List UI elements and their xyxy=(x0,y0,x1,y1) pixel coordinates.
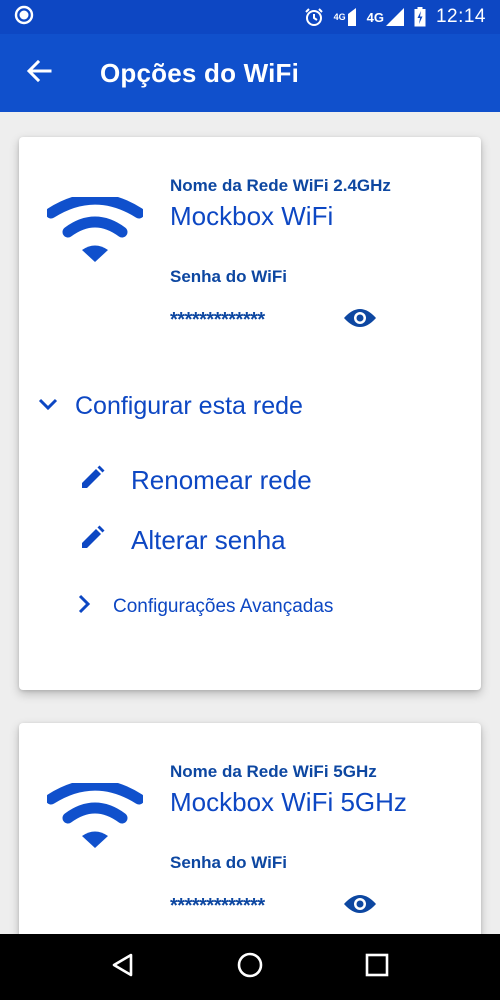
page-title: Opções do WiFi xyxy=(100,57,300,88)
app-bar: Opções do WiFi xyxy=(0,34,500,112)
advanced-settings-label: Configurações Avançadas xyxy=(113,595,334,617)
password-label: Senha do WiFi xyxy=(170,853,287,872)
chevron-down-icon xyxy=(37,396,59,417)
notification-circle-icon xyxy=(14,5,34,30)
status-bar: 4G 4G 12:14 xyxy=(0,0,500,34)
alarm-icon xyxy=(304,7,324,27)
change-password-label: Alterar senha xyxy=(131,525,286,555)
battery-icon xyxy=(414,7,426,27)
wifi-card-2ghz: Nome da Rede WiFi 2.4GHz Mockbox WiFi Se… xyxy=(19,137,481,690)
status-right: 4G 4G 12:14 xyxy=(304,6,486,28)
advanced-settings-button[interactable]: Configurações Avançadas xyxy=(77,594,333,619)
signal-4g: 4G xyxy=(367,8,404,26)
network-label: Nome da Rede WiFi 2.4GHz xyxy=(170,176,391,195)
configure-network-toggle[interactable]: Configurar esta rede xyxy=(37,392,303,421)
signal-small-icon xyxy=(347,8,356,26)
square-recents-icon xyxy=(365,953,389,982)
password-label: Senha do WiFi xyxy=(170,267,287,286)
network-4g-small-label: 4G xyxy=(333,12,346,22)
nav-recents-button[interactable] xyxy=(347,937,407,997)
password-value: ************* xyxy=(170,309,265,331)
arrow-back-icon xyxy=(26,58,52,89)
show-password-button[interactable] xyxy=(342,305,378,335)
circle-home-icon xyxy=(236,951,264,984)
navigation-bar xyxy=(0,934,500,1000)
eye-icon xyxy=(343,306,377,335)
content-scroll[interactable]: Nome da Rede WiFi 2.4GHz Mockbox WiFi Se… xyxy=(0,112,500,934)
network-label: Nome da Rede WiFi 5GHz xyxy=(170,762,377,781)
pencil-icon xyxy=(79,525,105,556)
eye-icon xyxy=(343,892,377,921)
wifi-icon xyxy=(45,193,145,267)
triangle-back-icon xyxy=(110,952,136,983)
network-name: Mockbox WiFi 5GHz xyxy=(170,787,407,817)
chevron-right-icon xyxy=(77,594,91,619)
network-4g-label: 4G xyxy=(366,9,384,25)
back-button[interactable] xyxy=(0,34,78,112)
rename-network-button[interactable]: Renomear rede xyxy=(79,465,312,496)
network-name: Mockbox WiFi xyxy=(170,201,334,231)
configure-network-label: Configurar esta rede xyxy=(75,392,303,420)
wifi-icon xyxy=(45,779,145,853)
wifi-card-5ghz: Nome da Rede WiFi 5GHz Mockbox WiFi 5GHz… xyxy=(19,723,481,934)
nav-home-button[interactable] xyxy=(220,937,280,997)
change-password-button[interactable]: Alterar senha xyxy=(79,525,286,556)
status-time: 12:14 xyxy=(435,6,486,27)
status-left xyxy=(14,5,34,30)
rename-network-label: Renomear rede xyxy=(131,465,312,495)
signal-icon xyxy=(385,8,404,26)
signal-4g-small: 4G xyxy=(334,8,357,26)
nav-back-button[interactable] xyxy=(93,937,153,997)
show-password-button[interactable] xyxy=(342,891,378,921)
pencil-icon xyxy=(79,465,105,496)
password-value: ************* xyxy=(170,895,265,917)
